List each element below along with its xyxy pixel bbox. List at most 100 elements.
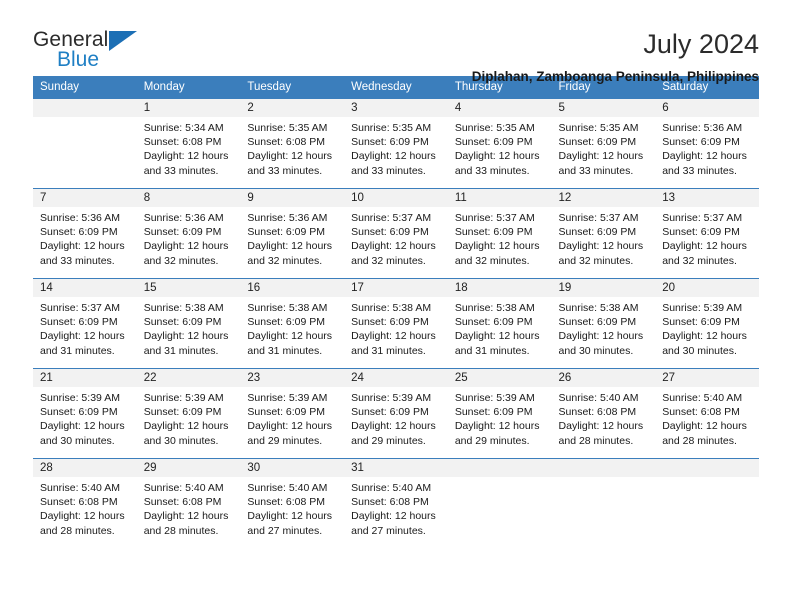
daylight-text-line1: Daylight: 12 hours [247,330,333,343]
calendar-day-cell[interactable]: 7 Sunrise: 5:36 AM Sunset: 6:09 PM Daylight… [33,188,137,279]
sunset-text: Sunset: 6:09 PM [143,226,222,239]
calendar-day-cell[interactable]: 9 Sunrise: 5:36 AM Sunset: 6:09 PM Daylight… [240,188,345,279]
daylight-text-line2: and 33 minutes. [143,164,219,177]
day-details: Sunrise: 5:37 AM Sunset: 6:09 PM Daylight:… [33,297,137,358]
calendar-day-cell[interactable]: 23 Sunrise: 5:39 AM Sunset: 6:09 PM Dayligh… [240,368,345,459]
day-details: Sunrise: 5:39 AM Sunset: 6:09 PM Daylight:… [137,387,241,448]
calendar-day-cell[interactable]: 15 Sunrise: 5:38 AM Sunset: 6:09 PM Dayligh… [136,278,241,369]
daylight-text-line1: Daylight: 12 hours [247,150,333,163]
daylight-text-line2: and 30 minutes. [662,344,737,357]
daylight-text-line2: and 28 minutes. [662,434,737,447]
day-details: Sunrise: 5:37 AM Sunset: 6:09 PM Daylight:… [552,207,656,268]
calendar-day-cell[interactable]: 11 Sunrise: 5:37 AM Sunset: 6:09 PM Dayligh… [447,188,552,279]
sunrise-text: Sunrise: 5:40 AM [247,482,328,494]
sunrise-text: Sunrise: 5:39 AM [351,392,432,404]
calendar-day-cell[interactable]: 3 Sunrise: 5:35 AM Sunset: 6:09 PM Daylight… [344,98,448,189]
calendar-day-cell[interactable]: 18 Sunrise: 5:38 AM Sunset: 6:09 PM Dayligh… [447,278,552,369]
sunrise-text: Sunrise: 5:37 AM [558,212,639,224]
day-number: 18 [447,279,552,297]
calendar-day-cell[interactable]: 17 Sunrise: 5:38 AM Sunset: 6:09 PM Dayligh… [344,278,448,369]
sunrise-text: Sunrise: 5:35 AM [454,122,535,134]
day-details: Sunrise: 5:39 AM Sunset: 6:09 PM Daylight:… [33,387,137,448]
calendar-day-cell[interactable]: 14 Sunrise: 5:37 AM Sunset: 6:09 PM Dayligh… [33,278,137,369]
daylight-text-line1: Daylight: 12 hours [351,330,436,343]
daylight-text-line2: and 32 minutes. [662,254,737,267]
sunrise-text: Sunrise: 5:39 AM [143,392,224,404]
calendar-day-cell[interactable]: 2 Sunrise: 5:35 AM Sunset: 6:08 PM Daylight… [240,98,345,189]
calendar-day-cell[interactable]: 28 Sunrise: 5:40 AM Sunset: 6:08 PM Dayligh… [33,458,137,549]
daylight-text-line2: and 27 minutes. [351,524,426,537]
daylight-text-line2: and 33 minutes. [558,164,634,177]
day-number: 17 [344,279,448,297]
calendar-day-cell[interactable]: 24 Sunrise: 5:39 AM Sunset: 6:09 PM Dayligh… [344,368,448,459]
calendar-day-cell[interactable]: 1 Sunrise: 5:34 AM Sunset: 6:08 PM Daylight… [136,98,241,189]
sunset-text: Sunset: 6:08 PM [662,406,740,419]
calendar-day-cell[interactable]: 10 Sunrise: 5:37 AM Sunset: 6:09 PM Dayligh… [344,188,448,279]
day-number: 9 [240,189,345,207]
calendar-day-cell[interactable]: 21 Sunrise: 5:39 AM Sunset: 6:09 PM Dayligh… [33,368,137,459]
day-cell-inner: 15 Sunrise: 5:38 AM Sunset: 6:09 PM Dayligh… [136,279,241,368]
sunrise-text: Sunrise: 5:40 AM [351,482,432,494]
daylight-text-line1: Daylight: 12 hours [247,240,333,253]
calendar-day-cell[interactable]: 8 Sunrise: 5:36 AM Sunset: 6:09 PM Daylight… [136,188,241,279]
sunrise-text: Sunrise: 5:39 AM [247,392,328,404]
sunrise-text: Sunrise: 5:36 AM [247,212,328,224]
day-number: 4 [447,99,552,117]
calendar-day-cell[interactable]: 27 Sunrise: 5:40 AM Sunset: 6:08 PM Dayligh… [655,368,759,459]
calendar-day-cell[interactable]: 29 Sunrise: 5:40 AM Sunset: 6:08 PM Dayligh… [136,458,241,549]
calendar-day-cell[interactable]: 20 Sunrise: 5:39 AM Sunset: 6:09 PM Dayligh… [655,278,759,369]
daylight-text-line1: Daylight: 12 hours [454,240,540,253]
day-number [447,459,552,477]
day-number: 28 [33,459,137,477]
daylight-text-line1: Daylight: 12 hours [143,240,229,253]
calendar-day-cell[interactable]: 25 Sunrise: 5:39 AM Sunset: 6:09 PM Dayligh… [447,368,552,459]
weekday-header-sunday: Sunday [33,76,137,99]
calendar-day-cell[interactable]: 13 Sunrise: 5:37 AM Sunset: 6:09 PM Dayligh… [655,188,759,279]
day-details: Sunrise: 5:40 AM Sunset: 6:08 PM Daylight:… [33,477,137,538]
daylight-text-line2: and 28 minutes. [40,524,115,537]
calendar-day-cell[interactable]: 4 Sunrise: 5:35 AM Sunset: 6:09 PM Daylight… [447,98,552,189]
daylight-text-line2: and 30 minutes. [558,344,634,357]
daylight-text-line1: Daylight: 12 hours [40,240,125,253]
daylight-text-line2: and 28 minutes. [558,434,634,447]
day-number: 12 [551,189,656,207]
calendar-day-cell[interactable]: 12 Sunrise: 5:37 AM Sunset: 6:09 PM Dayligh… [551,188,656,279]
calendar-day-cell[interactable]: 5 Sunrise: 5:35 AM Sunset: 6:09 PM Daylight… [551,98,656,189]
day-cell-inner: 6 Sunrise: 5:36 AM Sunset: 6:09 PM Daylight… [655,99,759,188]
calendar-day-cell[interactable]: 30 Sunrise: 5:40 AM Sunset: 6:08 PM Dayligh… [240,458,345,549]
day-number: 20 [655,279,759,297]
sunrise-text: Sunrise: 5:37 AM [40,302,120,314]
calendar-day-cell-empty [33,98,137,189]
sunrise-text: Sunrise: 5:36 AM [143,212,224,224]
sunrise-text: Sunrise: 5:40 AM [662,392,743,404]
day-details: Sunrise: 5:37 AM Sunset: 6:09 PM Daylight:… [448,207,552,268]
daylight-text-line2: and 31 minutes. [247,344,323,357]
general-blue-logo[interactable]: General Blue [33,28,163,78]
page-header: General Blue July 2024 Diplahan, Zamboan… [33,0,759,84]
day-number: 29 [136,459,241,477]
day-cell-inner: 29 Sunrise: 5:40 AM Sunset: 6:08 PM Dayligh… [136,459,241,549]
daylight-text-line1: Daylight: 12 hours [40,510,125,523]
day-details: Sunrise: 5:36 AM Sunset: 6:09 PM Daylight:… [33,207,137,268]
day-number: 15 [136,279,241,297]
calendar-day-cell[interactable]: 22 Sunrise: 5:39 AM Sunset: 6:09 PM Dayligh… [136,368,241,459]
day-number: 31 [344,459,448,477]
sunrise-text: Sunrise: 5:37 AM [351,212,432,224]
page-title: July 2024 [643,29,759,59]
daylight-text-line1: Daylight: 12 hours [247,420,333,433]
day-number: 3 [344,99,448,117]
daylight-text-line1: Daylight: 12 hours [454,330,540,343]
calendar-day-cell[interactable]: 26 Sunrise: 5:40 AM Sunset: 6:08 PM Dayligh… [551,368,656,459]
day-number: 14 [33,279,137,297]
calendar-day-cell[interactable]: 16 Sunrise: 5:38 AM Sunset: 6:09 PM Dayligh… [240,278,345,369]
sunrise-text: Sunrise: 5:35 AM [558,122,639,134]
daylight-text-line1: Daylight: 12 hours [558,420,644,433]
day-cell-inner: 31 Sunrise: 5:40 AM Sunset: 6:08 PM Dayligh… [344,459,448,549]
daylight-text-line1: Daylight: 12 hours [351,150,436,163]
calendar-day-cell[interactable]: 31 Sunrise: 5:40 AM Sunset: 6:08 PM Dayligh… [344,458,448,549]
calendar-day-cell[interactable]: 6 Sunrise: 5:36 AM Sunset: 6:09 PM Daylight… [655,98,759,189]
day-details: Sunrise: 5:34 AM Sunset: 6:08 PM Daylight:… [137,117,241,178]
day-cell-inner [447,459,552,549]
calendar-day-cell[interactable]: 19 Sunrise: 5:38 AM Sunset: 6:09 PM Dayligh… [551,278,656,369]
day-cell-inner [655,459,759,549]
